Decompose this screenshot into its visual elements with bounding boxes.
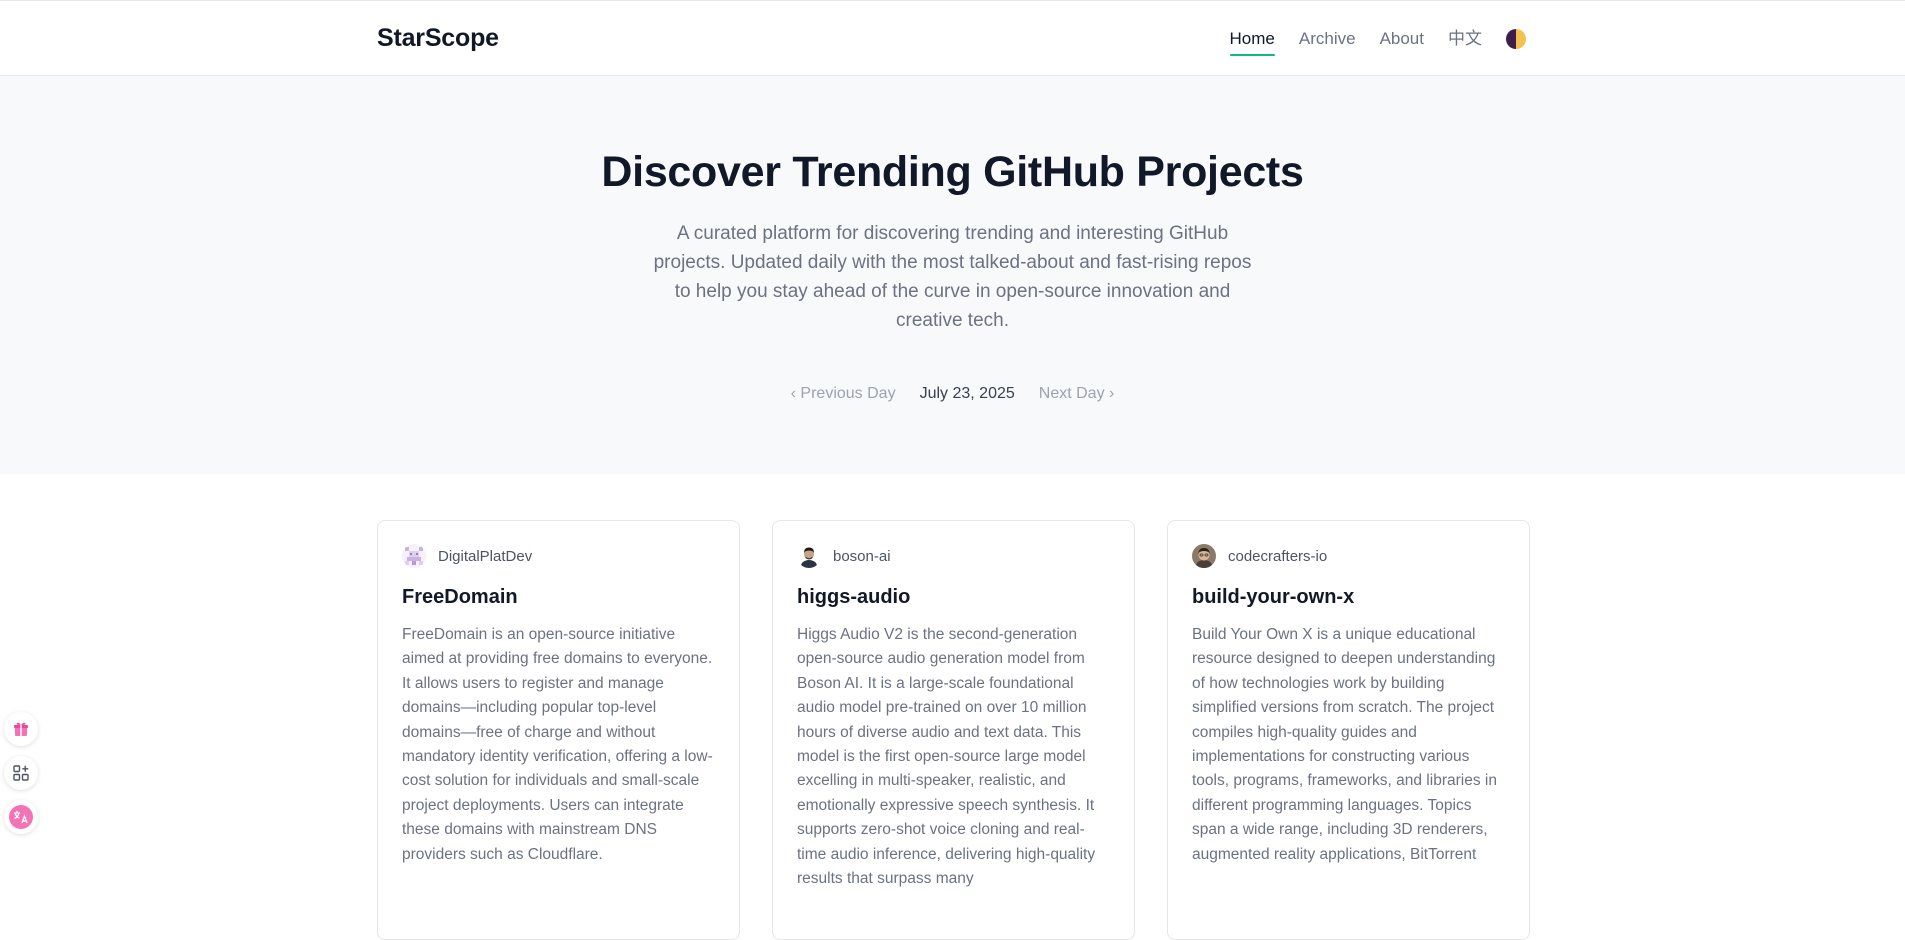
project-description: FreeDomain is an open-source initiative … [402, 626, 713, 863]
nav-home[interactable]: Home [1229, 1, 1276, 76]
project-card-grid: DigitalPlatDev FreeDomain FreeDomain is … [377, 520, 1530, 940]
project-name[interactable]: build-your-own-x [1192, 586, 1505, 609]
owner-name[interactable]: DigitalPlatDev [438, 548, 532, 565]
translate-icon [9, 805, 33, 829]
person-avatar-icon [797, 544, 821, 568]
language-switch[interactable]: 中文 [1448, 1, 1482, 76]
floating-toolbar [0, 712, 42, 834]
apps-button[interactable] [4, 756, 38, 790]
card-owner: codecrafters-io [1192, 543, 1505, 569]
owner-name[interactable]: codecrafters-io [1228, 548, 1327, 565]
theme-toggle-icon[interactable] [1506, 28, 1526, 49]
brand-logo[interactable]: StarScope [377, 1, 499, 76]
translate-button[interactable] [4, 800, 38, 834]
gift-button[interactable] [4, 712, 38, 746]
hero-section: Discover Trending GitHub Projects A cura… [0, 76, 1905, 474]
navbar: StarScope Home Archive About 中文 [0, 1, 1905, 76]
current-date: July 23, 2025 [919, 385, 1015, 402]
card-owner: DigitalPlatDev [402, 543, 715, 569]
gift-icon [14, 722, 28, 736]
project-description: Build Your Own X is a unique educational… [1192, 626, 1497, 863]
project-name[interactable]: higgs-audio [797, 586, 1110, 609]
pixel-avatar-icon [402, 544, 426, 568]
project-card[interactable]: DigitalPlatDev FreeDomain FreeDomain is … [377, 520, 740, 940]
nav-about[interactable]: About [1380, 1, 1424, 76]
apps-icon [13, 765, 29, 781]
project-card[interactable]: codecrafters-io build-your-own-x Build Y… [1167, 520, 1530, 940]
main-nav: Home Archive About 中文 [1229, 1, 1526, 76]
project-name[interactable]: FreeDomain [402, 586, 715, 609]
hero-subtitle: A curated platform for discovering trend… [653, 223, 1252, 331]
page-title: Discover Trending GitHub Projects [601, 148, 1304, 196]
previous-day-link[interactable]: ‹ Previous Day [791, 385, 896, 403]
project-description: Higgs Audio V2 is the second-generation … [797, 626, 1096, 888]
person-avatar-icon [1192, 544, 1216, 568]
next-day-link[interactable]: Next Day › [1039, 385, 1115, 403]
nav-archive[interactable]: Archive [1299, 1, 1356, 76]
owner-name[interactable]: boson-ai [833, 548, 891, 565]
project-card[interactable]: boson-ai higgs-audio Higgs Audio V2 is t… [772, 520, 1135, 940]
date-navigation: ‹ Previous Day July 23, 2025 Next Day › [0, 385, 1905, 403]
card-owner: boson-ai [797, 543, 1110, 569]
